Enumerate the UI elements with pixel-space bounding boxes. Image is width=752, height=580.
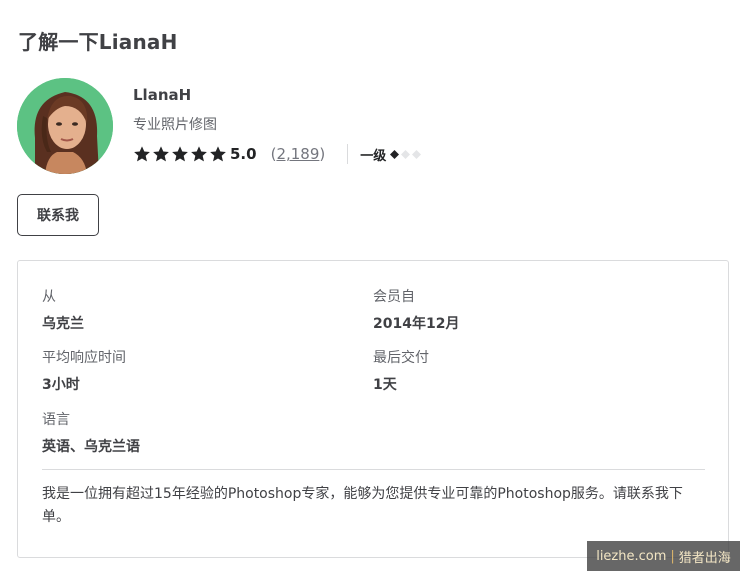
seller-name[interactable]: LlanaH — [133, 86, 191, 104]
watermark-brand: 猎者出海 — [678, 550, 731, 566]
star-icon — [210, 146, 226, 162]
stat-avg-response-value: 3小时 — [42, 377, 80, 393]
stat-last-delivery: 最后交付 1天 — [373, 347, 429, 394]
level-diamond-icon — [412, 149, 422, 159]
rating-row: 5.0 (2,189) 一级 — [133, 144, 422, 164]
rating-divider — [347, 144, 349, 164]
level-diamond-icon — [390, 149, 400, 159]
stat-last-delivery-value: 1天 — [373, 377, 397, 393]
stat-member-since-label: 会员自 — [373, 289, 415, 305]
star-icon — [134, 146, 150, 162]
stat-languages-label: 语言 — [42, 412, 70, 428]
watermark-site: liezhe.com — [596, 548, 667, 564]
page-heading: 了解一下LianaH — [18, 30, 178, 54]
avatar-portrait — [17, 78, 113, 174]
level-diamonds — [388, 149, 422, 159]
review-count-wrapper[interactable]: (2,189) — [271, 145, 326, 163]
stat-languages-value: 英语、乌克兰语 — [42, 439, 140, 455]
avatar[interactable] — [17, 78, 113, 174]
watermark: liezhe.com | 猎者出海 — [587, 541, 740, 571]
stat-from-value: 乌克兰 — [42, 316, 84, 332]
review-close-paren: ) — [319, 145, 326, 163]
contact-me-button[interactable]: 联系我 — [17, 194, 99, 236]
stat-member-since-value: 2014年12月 — [373, 316, 460, 332]
star-icon — [172, 146, 188, 162]
review-count-link[interactable]: 2,189 — [276, 145, 319, 163]
stat-member-since: 会员自 2014年12月 — [373, 286, 459, 333]
rating-score: 5.0 — [230, 145, 257, 163]
star-icon — [191, 146, 207, 162]
seller-description: 我是一位拥有超过15年经验的Photoshop专家，能够为您提供专业可靠的Pho… — [42, 486, 683, 525]
seller-info-card: 从 乌克兰 会员自 2014年12月 平均响应时间 3小时 最后交付 1天 语言… — [17, 260, 729, 558]
stat-avg-response-label: 平均响应时间 — [42, 350, 126, 366]
seller-tagline: 专业照片修图 — [133, 117, 217, 133]
level-label: 一级 — [360, 148, 387, 164]
seller-level[interactable]: 一级 — [360, 145, 422, 164]
stat-from: 从 乌克兰 — [42, 286, 84, 333]
watermark-separator: | — [670, 548, 675, 564]
stat-avg-response: 平均响应时间 3小时 — [42, 347, 126, 394]
star-rating — [133, 145, 227, 163]
card-divider — [42, 469, 705, 470]
stat-from-label: 从 — [42, 289, 56, 305]
stat-last-delivery-label: 最后交付 — [373, 350, 429, 366]
level-diamond-icon — [401, 149, 411, 159]
stat-languages: 语言 英语、乌克兰语 — [42, 409, 140, 456]
star-icon — [153, 146, 169, 162]
